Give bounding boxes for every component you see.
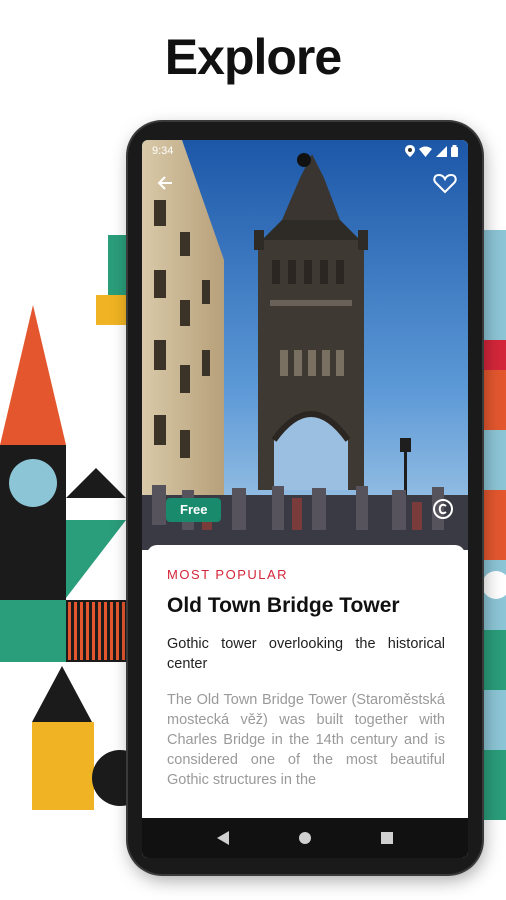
system-nav-bar xyxy=(142,818,468,858)
hero-photo-old-town-bridge-tower xyxy=(142,140,468,550)
signal-icon xyxy=(436,145,447,157)
place-title: Old Town Bridge Tower xyxy=(167,594,400,617)
free-badge: Free xyxy=(166,498,222,522)
place-subtitle: Gothic tower overlooking the historical … xyxy=(167,636,445,672)
place-description: The Old Town Bridge Tower (Staroměstská … xyxy=(167,692,445,788)
status-icons xyxy=(405,145,458,157)
location-icon xyxy=(405,145,415,157)
category-label: MOST POPULAR xyxy=(167,567,289,582)
status-time: 9:34 xyxy=(152,145,174,157)
headline: Explore xyxy=(164,29,342,85)
home-circle-icon[interactable] xyxy=(293,826,317,850)
copyright-icon[interactable] xyxy=(432,498,454,520)
battery-icon xyxy=(451,145,458,157)
back-triangle-icon[interactable] xyxy=(211,826,235,850)
phone-screen: 9:34 Free MOST POPULAR Old Town Bridge T… xyxy=(142,140,468,858)
back-arrow-icon[interactable] xyxy=(154,172,176,194)
recents-square-icon[interactable] xyxy=(375,826,399,850)
decorative-shapes-left xyxy=(0,235,140,810)
detail-card: MOST POPULAR Old Town Bridge Tower Gothi… xyxy=(147,545,465,835)
favorite-heart-icon[interactable] xyxy=(432,170,458,196)
wifi-icon xyxy=(419,146,432,157)
front-camera xyxy=(297,153,311,167)
